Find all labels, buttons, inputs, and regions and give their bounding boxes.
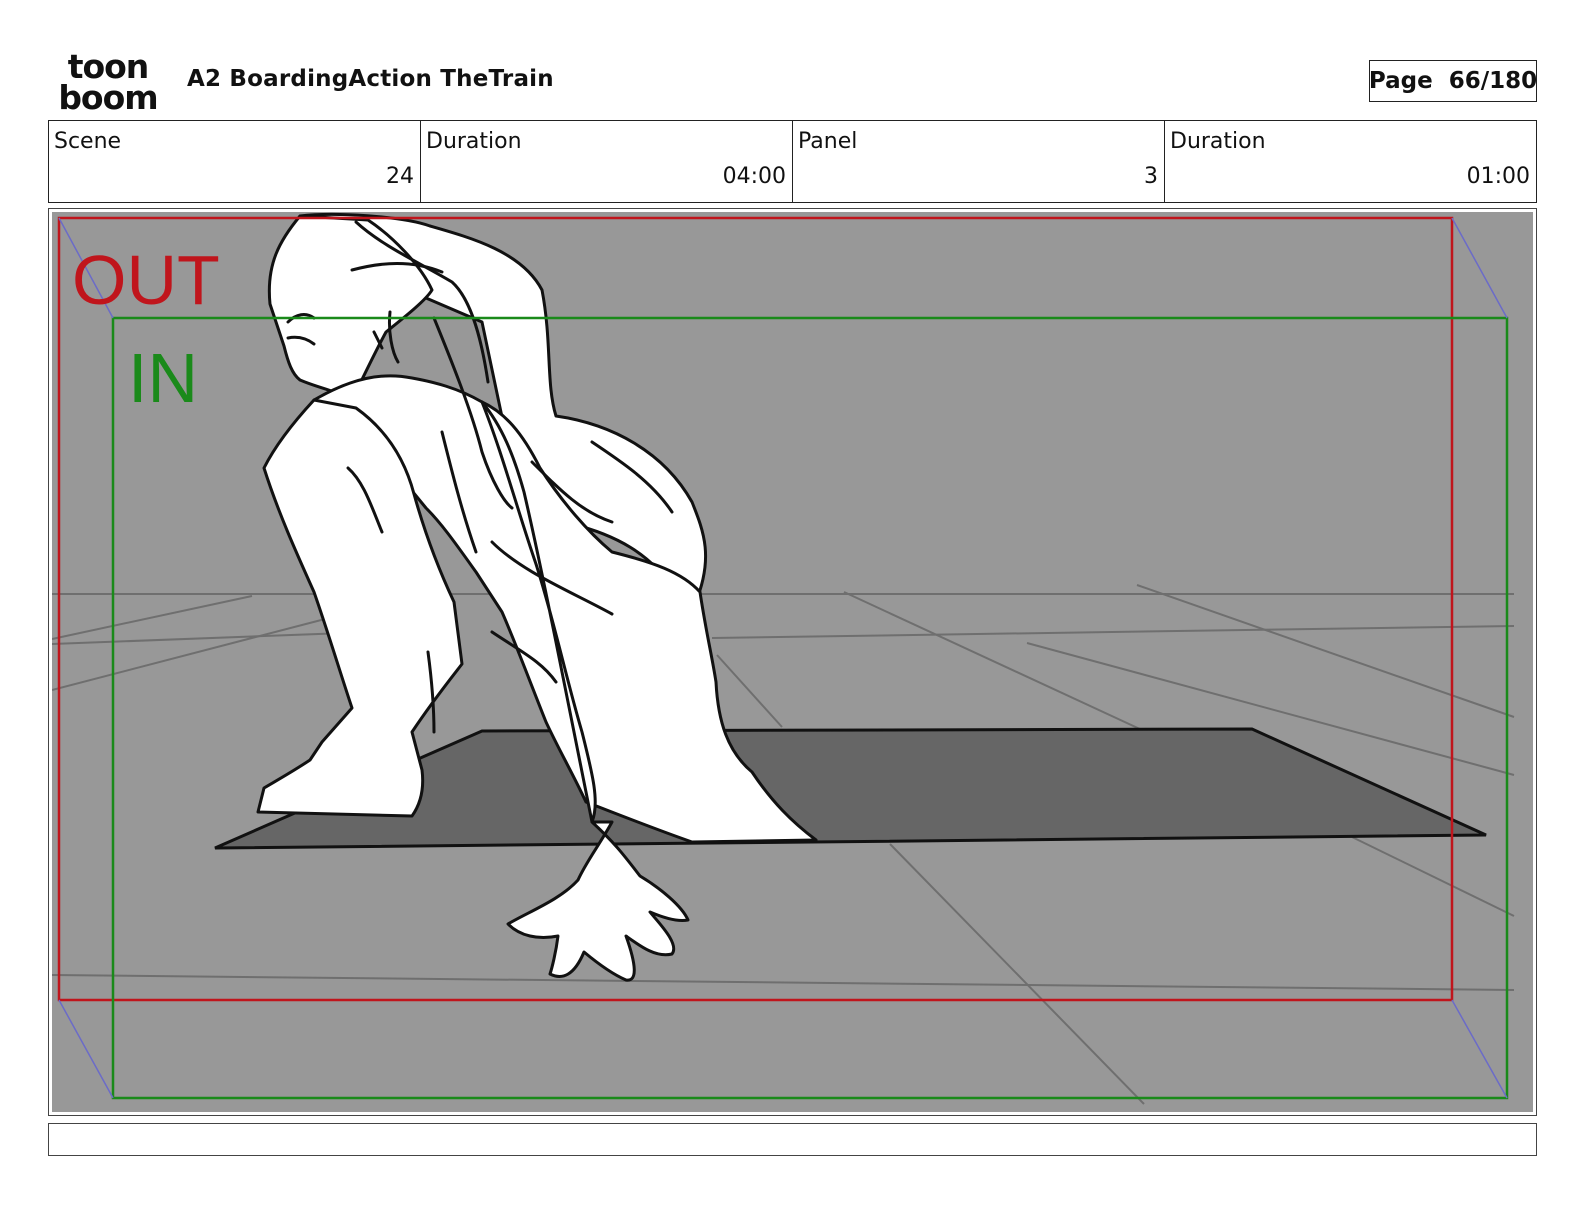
document-title: A2 BoardingAction TheTrain [187, 66, 554, 92]
scene-label: Scene [54, 129, 122, 154]
panel-caption-box [48, 1123, 1537, 1156]
toon-boom-logo: toon boom [58, 50, 158, 112]
panel-info-table: Scene 24 Duration 04:00 Panel 3 Duration… [48, 120, 1537, 203]
scene-cell: Scene 24 [49, 121, 421, 202]
scene-duration-value: 04:00 [722, 164, 786, 189]
panel-duration-label: Duration [1170, 129, 1266, 154]
page-label: Page [1368, 68, 1433, 94]
page-indicator: Page 66/180 [1369, 60, 1537, 102]
scene-duration-label: Duration [426, 129, 522, 154]
scene-duration-cell: Duration 04:00 [421, 121, 793, 202]
panel-label: Panel [798, 129, 858, 154]
panel-duration-cell: Duration 01:00 [1165, 121, 1536, 202]
panel-duration-value: 01:00 [1466, 164, 1530, 189]
out-label: OUT [72, 241, 220, 319]
panel-cell: Panel 3 [793, 121, 1165, 202]
in-label: IN [128, 339, 198, 417]
panel-value: 3 [1144, 164, 1158, 189]
scene-value: 24 [386, 164, 414, 189]
page-number: 66/180 [1448, 68, 1538, 94]
storyboard-panel: OUT IN [48, 208, 1537, 1116]
logo-bottom-text: boom [58, 78, 157, 112]
panel-artwork: OUT IN [52, 212, 1533, 1112]
